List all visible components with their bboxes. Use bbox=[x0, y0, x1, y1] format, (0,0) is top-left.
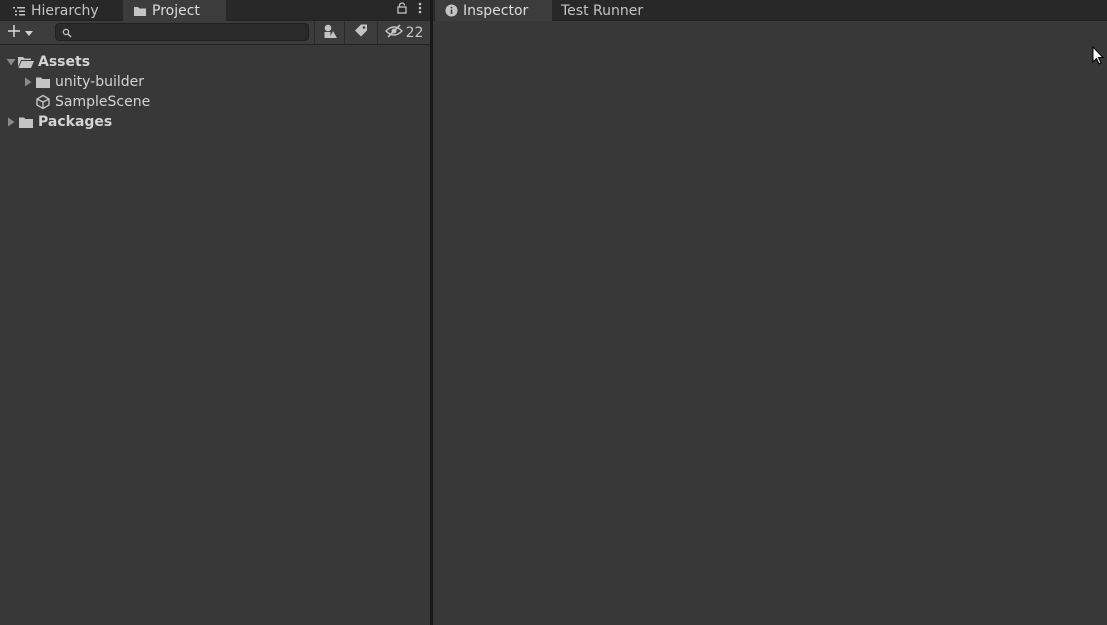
expand-arrow-right-icon[interactable] bbox=[22, 72, 34, 92]
tree-item-samplescene[interactable]: SampleScene bbox=[0, 92, 430, 112]
plus-icon bbox=[7, 24, 21, 42]
tree-item-label: Assets bbox=[38, 54, 91, 70]
left-tabbar-tools bbox=[396, 0, 422, 20]
project-tree: Assets unity-builder SampleScene Package… bbox=[0, 52, 430, 132]
left-tabbar: Hierarchy Project bbox=[0, 0, 430, 21]
tab-hierarchy[interactable]: Hierarchy bbox=[2, 0, 109, 21]
tab-project-label: Project bbox=[152, 2, 200, 19]
shapes-filter-icon bbox=[322, 23, 338, 43]
kebab-menu-icon[interactable] bbox=[418, 2, 422, 18]
folder-icon bbox=[133, 5, 147, 17]
tree-item-unity-builder[interactable]: unity-builder bbox=[0, 72, 430, 92]
search-by-label-button[interactable] bbox=[344, 21, 376, 44]
eye-slash-icon bbox=[384, 23, 403, 42]
search-field[interactable] bbox=[55, 23, 309, 41]
hidden-packages-toggle[interactable]: 22 bbox=[377, 21, 430, 44]
folder-icon bbox=[17, 112, 35, 132]
tree-item-assets[interactable]: Assets bbox=[0, 52, 430, 72]
tab-inspector-label: Inspector bbox=[463, 2, 529, 19]
tree-item-label: SampleScene bbox=[55, 94, 151, 110]
tree-item-label: Packages bbox=[38, 114, 113, 130]
chevron-down-icon bbox=[24, 26, 34, 41]
project-toolbar: 22 bbox=[0, 21, 430, 45]
folder-icon bbox=[34, 72, 52, 92]
project-panel: Hierarchy Project 22 Assets unity-builde… bbox=[0, 0, 430, 625]
hierarchy-list-icon bbox=[12, 5, 26, 17]
lock-icon[interactable] bbox=[396, 2, 408, 18]
unity-scene-icon bbox=[34, 92, 52, 112]
right-tabbar: Inspector Test Runner bbox=[433, 0, 1107, 21]
hidden-count: 22 bbox=[405, 24, 424, 41]
inspector-panel: Inspector Test Runner bbox=[433, 0, 1107, 625]
tab-project[interactable]: Project bbox=[123, 0, 226, 21]
search-icon bbox=[62, 27, 72, 42]
tab-test-runner[interactable]: Test Runner bbox=[551, 0, 653, 21]
mouse-cursor-icon bbox=[1092, 45, 1105, 70]
search-by-type-button[interactable] bbox=[314, 21, 344, 44]
tab-test-runner-label: Test Runner bbox=[561, 2, 644, 19]
tree-item-label: unity-builder bbox=[55, 74, 145, 90]
search-input[interactable] bbox=[76, 24, 302, 40]
info-icon bbox=[445, 4, 458, 17]
expand-arrow-down-icon[interactable] bbox=[5, 52, 17, 72]
tab-inspector[interactable]: Inspector bbox=[435, 0, 552, 21]
create-button[interactable] bbox=[4, 23, 43, 43]
expand-arrow-right-icon[interactable] bbox=[5, 112, 17, 132]
tree-item-packages[interactable]: Packages bbox=[0, 112, 430, 132]
tag-icon bbox=[353, 23, 369, 43]
tab-hierarchy-label: Hierarchy bbox=[31, 2, 99, 19]
open-folder-icon bbox=[17, 52, 35, 72]
